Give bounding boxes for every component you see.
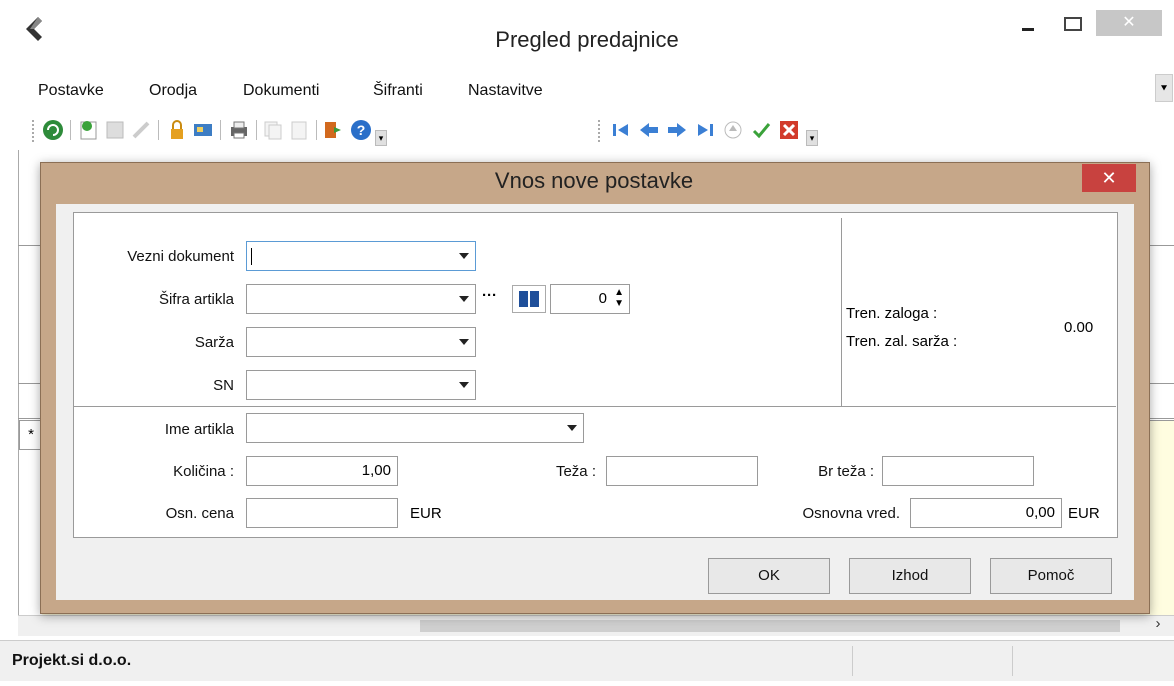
vezni-dokument-combo[interactable] <box>246 241 476 271</box>
menu-overflow-button[interactable]: ⯆ <box>1155 74 1173 102</box>
toolbar-grip[interactable] <box>598 120 604 142</box>
print-icon[interactable] <box>228 119 250 141</box>
tren-zaloga-label: Tren. zaloga : <box>846 305 938 322</box>
ok-button[interactable]: OK <box>708 558 830 594</box>
dialog-close-button[interactable]: ✕ <box>1082 164 1136 192</box>
status-company-name: Projekt.si d.o.o. <box>12 652 132 669</box>
br-teza-label: Br teža : <box>818 463 874 480</box>
menu-orodja[interactable]: Orodja <box>149 82 197 100</box>
next-record-icon[interactable] <box>666 119 688 141</box>
br-teza-input[interactable] <box>882 456 1034 486</box>
spinner-up-down-icon[interactable]: ▲ ▼ <box>614 287 624 309</box>
toolbar-overflow-button-2[interactable]: ▾ <box>806 130 818 146</box>
save-icon[interactable] <box>104 119 126 141</box>
menu-nastavitve[interactable]: Nastavitve <box>468 82 543 100</box>
window-close-button[interactable]: ✕ <box>1096 10 1162 36</box>
osn-cena-input[interactable] <box>246 498 398 528</box>
toolbar-separator <box>256 120 257 140</box>
browse-ellipsis-button[interactable]: ··· <box>482 287 497 304</box>
status-panel <box>1012 646 1163 676</box>
tren-zal-sarza-label: Tren. zal. sarža : <box>846 333 958 350</box>
spinner-value: 0 <box>598 290 607 307</box>
previous-record-icon[interactable] <box>638 119 660 141</box>
osnovna-vred-currency: EUR <box>1068 505 1100 522</box>
osn-cena-currency: EUR <box>410 505 442 522</box>
teza-input[interactable] <box>606 456 758 486</box>
minimize-button[interactable] <box>1014 14 1044 38</box>
menu-bar: Postavke Orodja Dokumenti Šifranti Nasta… <box>0 78 1174 106</box>
new-icon[interactable] <box>78 119 100 141</box>
help-button[interactable]: Pomoč <box>990 558 1112 594</box>
catalog-book-icon[interactable] <box>512 285 546 313</box>
vezni-dokument-label: Vezni dokument <box>127 248 234 265</box>
status-panel <box>852 646 1011 676</box>
sn-label: SN <box>213 377 234 394</box>
sarza-combo[interactable] <box>246 327 476 357</box>
confirm-icon[interactable] <box>750 119 772 141</box>
toolbar-separator <box>70 120 71 140</box>
svg-text:?: ? <box>357 122 366 138</box>
menu-dokumenti[interactable]: Dokumenti <box>243 82 319 100</box>
chevron-down-icon[interactable] <box>567 425 577 431</box>
osnovna-vred-input[interactable]: 0,00 <box>910 498 1062 528</box>
menu-postavke[interactable]: Postavke <box>38 82 104 100</box>
first-record-icon[interactable] <box>610 119 632 141</box>
card-icon[interactable] <box>192 119 214 141</box>
sarza-label: Sarža <box>194 334 234 351</box>
chevron-down-icon[interactable] <box>459 382 469 388</box>
insert-record-icon[interactable] <box>722 119 744 141</box>
window-title: Pregled predajnice <box>495 27 679 52</box>
ime-artikla-label: Ime artikla <box>164 421 234 438</box>
chevron-down-icon[interactable] <box>459 339 469 345</box>
tren-zaloga-value: 0.00 <box>1064 319 1094 336</box>
lock-icon[interactable] <box>166 119 188 141</box>
paste-icon[interactable] <box>288 119 310 141</box>
menu-sifranti[interactable]: Šifranti <box>373 82 423 100</box>
exit-button[interactable]: Izhod <box>849 558 971 594</box>
scroll-right-arrow-icon[interactable]: › <box>1148 614 1168 634</box>
maximize-button[interactable] <box>1056 14 1090 38</box>
sn-combo[interactable] <box>246 370 476 400</box>
toolbar-grip[interactable] <box>32 120 38 142</box>
osn-cena-label: Osn. cena <box>165 505 234 522</box>
teza-label: Teža : <box>555 463 596 480</box>
toolbar-separator <box>316 120 317 140</box>
scrollbar-thumb[interactable] <box>420 620 1120 632</box>
copy-icon[interactable] <box>262 119 284 141</box>
cancel-icon[interactable] <box>778 119 800 141</box>
kolicina-label: Količina : <box>173 463 234 480</box>
refresh-icon[interactable] <box>42 119 64 141</box>
ime-artikla-combo[interactable] <box>246 413 584 443</box>
exit-icon[interactable] <box>322 119 344 141</box>
last-record-icon[interactable] <box>694 119 716 141</box>
sifra-artikla-label: Šifra artikla <box>158 291 234 308</box>
toolbar-separator <box>220 120 221 140</box>
chevron-down-icon[interactable] <box>459 296 469 302</box>
text-cursor <box>251 248 252 265</box>
panel-divider <box>841 218 842 406</box>
kolicina-input[interactable]: 1,00 <box>246 456 398 486</box>
osnovna-vred-label: Osnovna vred. <box>802 505 900 522</box>
panel-divider <box>73 406 1116 407</box>
sifra-artikla-combo[interactable] <box>246 284 476 314</box>
toolbar-separator <box>158 120 159 140</box>
quantity-spinner[interactable]: 0 ▲ ▼ <box>550 284 630 314</box>
toolbar-overflow-button[interactable]: ▾ <box>375 130 387 146</box>
help-icon[interactable]: ? <box>350 119 372 141</box>
toolbar: ? ▾ ▾ <box>0 108 1174 150</box>
edit-icon[interactable] <box>130 119 152 141</box>
chevron-down-icon[interactable] <box>459 253 469 259</box>
dialog-title: Vnos nove postavke <box>494 168 694 193</box>
